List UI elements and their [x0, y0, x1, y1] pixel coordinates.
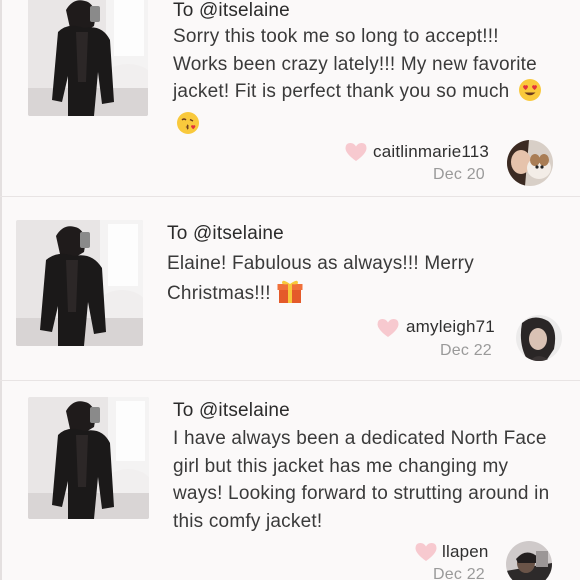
- comment-author-row: llapen Dec 22: [410, 539, 570, 580]
- recipient-handle[interactable]: To @itselaine: [173, 400, 290, 422]
- comment-text-body: Sorry this took me so long to accept!!! …: [173, 26, 537, 102]
- like-heart-icon[interactable]: [414, 542, 438, 562]
- comment-author-row: caitlinmarie113 Dec 20: [340, 139, 560, 187]
- user-avatar[interactable]: [507, 140, 553, 186]
- comment-date: Dec 22: [440, 342, 492, 359]
- comment-text-body: I have always been a dedicated North Fac…: [173, 428, 550, 532]
- comment-text-body: Elaine! Fabulous as always!!! Merry Chri…: [167, 253, 474, 304]
- comment-username[interactable]: amyleigh71: [406, 317, 495, 337]
- comment-date: Dec 20: [433, 166, 485, 183]
- heart-eyes-emoji: [518, 78, 542, 111]
- comment-text: Elaine! Fabulous as always!!! Merry Chri…: [167, 250, 547, 312]
- wrapped-gift-emoji: [276, 278, 304, 313]
- kissing-heart-emoji: [176, 111, 200, 144]
- listing-photo[interactable]: [16, 220, 143, 346]
- comment-username[interactable]: caitlinmarie113: [373, 142, 489, 162]
- comment-card: To @itselaine Sorry this took me so long…: [0, 0, 580, 195]
- comment-date: Dec 22: [433, 566, 485, 580]
- comment-card: To @itselaine I have always been a dedic…: [0, 381, 580, 580]
- comment-text: I have always been a dedicated North Fac…: [173, 425, 563, 535]
- like-heart-icon[interactable]: [344, 142, 368, 162]
- recipient-handle[interactable]: To @itselaine: [167, 223, 284, 245]
- comment-card: To @itselaine Elaine! Fabulous as always…: [0, 197, 580, 379]
- share-comments-feed: To @itselaine Sorry this took me so long…: [0, 0, 580, 580]
- recipient-handle[interactable]: To @itselaine: [173, 0, 290, 22]
- comment-text: Sorry this took me so long to accept!!! …: [173, 23, 545, 143]
- listing-photo[interactable]: [28, 397, 149, 519]
- comment-username[interactable]: llapen: [442, 542, 489, 562]
- comment-author-row: amyleigh71 Dec 22: [372, 315, 572, 363]
- like-heart-icon[interactable]: [376, 318, 400, 338]
- listing-photo[interactable]: [28, 0, 148, 116]
- user-avatar[interactable]: [506, 541, 552, 580]
- user-avatar[interactable]: [516, 315, 562, 361]
